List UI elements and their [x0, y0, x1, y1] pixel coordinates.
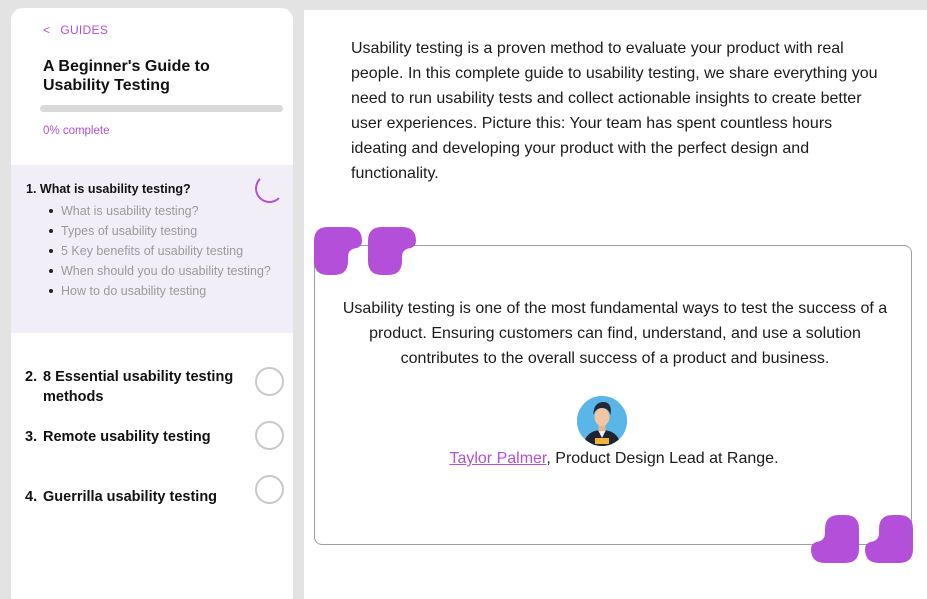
author-role: , Product Design Lead at Range. [546, 450, 779, 467]
quote-card: Usability testing is one of the most fun… [314, 245, 912, 545]
section-number: 1. [26, 182, 37, 196]
section-what-is-usability-testing[interactable]: 1. What is usability testing? [26, 182, 191, 196]
section-title: What is usability testing? [39, 182, 191, 196]
section-title: 8 Essential usability testing methods [43, 369, 234, 405]
section-essential-methods[interactable]: 2. 8 Essential usability testing methods [25, 367, 255, 407]
quote-text: Usability testing is one of the most fun… [342, 300, 888, 367]
subitem-when-to-test[interactable]: When should you do usability testing? [47, 261, 277, 281]
status-circle-icon [255, 367, 284, 396]
progress-spinner-icon [255, 174, 284, 203]
section-number: 4. [25, 489, 38, 505]
section-title: Guerrilla usability testing [43, 489, 218, 505]
guide-title: A Beginner's Guide to Usability Testing [43, 58, 210, 94]
avatar [577, 396, 627, 446]
status-circle-icon [255, 421, 284, 450]
guide-sidebar: < GUIDES A Beginner's Guide to Usability… [11, 8, 293, 599]
status-circle-icon [255, 475, 284, 504]
progress-bar [40, 105, 283, 112]
subitem-key-benefits[interactable]: 5 Key benefits of usability testing [47, 241, 277, 261]
back-to-guides-link[interactable]: < GUIDES [43, 23, 108, 37]
section-title: Remote usability testing [43, 429, 211, 445]
subitem-types-of-usability-testing[interactable]: Types of usability testing [47, 221, 277, 241]
section-number: 3. [25, 429, 38, 445]
quote-attribution: Taylor Palmer, Product Design Lead at Ra… [315, 446, 913, 471]
close-quote-icon [811, 515, 913, 563]
author-link[interactable]: Taylor Palmer [449, 450, 546, 467]
section-remote-testing[interactable]: 3. Remote usability testing [25, 427, 255, 447]
section-number: 2. [25, 369, 38, 385]
subitem-what-is-usability-testing[interactable]: What is usability testing? [47, 201, 277, 221]
progress-label: 0% complete [43, 125, 110, 137]
open-quote-icon [314, 227, 416, 275]
article-content: Usability testing is a proven method to … [304, 10, 927, 599]
section-guerrilla-testing[interactable]: 4. Guerrilla usability testing [25, 487, 255, 507]
intro-paragraph: Usability testing is a proven method to … [351, 40, 878, 182]
back-link-label: GUIDES [60, 23, 109, 37]
back-chevron-icon: < [43, 23, 51, 37]
section-subitems: What is usability testing? Types of usab… [47, 201, 277, 301]
subitem-how-to-test[interactable]: How to do usability testing [47, 281, 277, 301]
